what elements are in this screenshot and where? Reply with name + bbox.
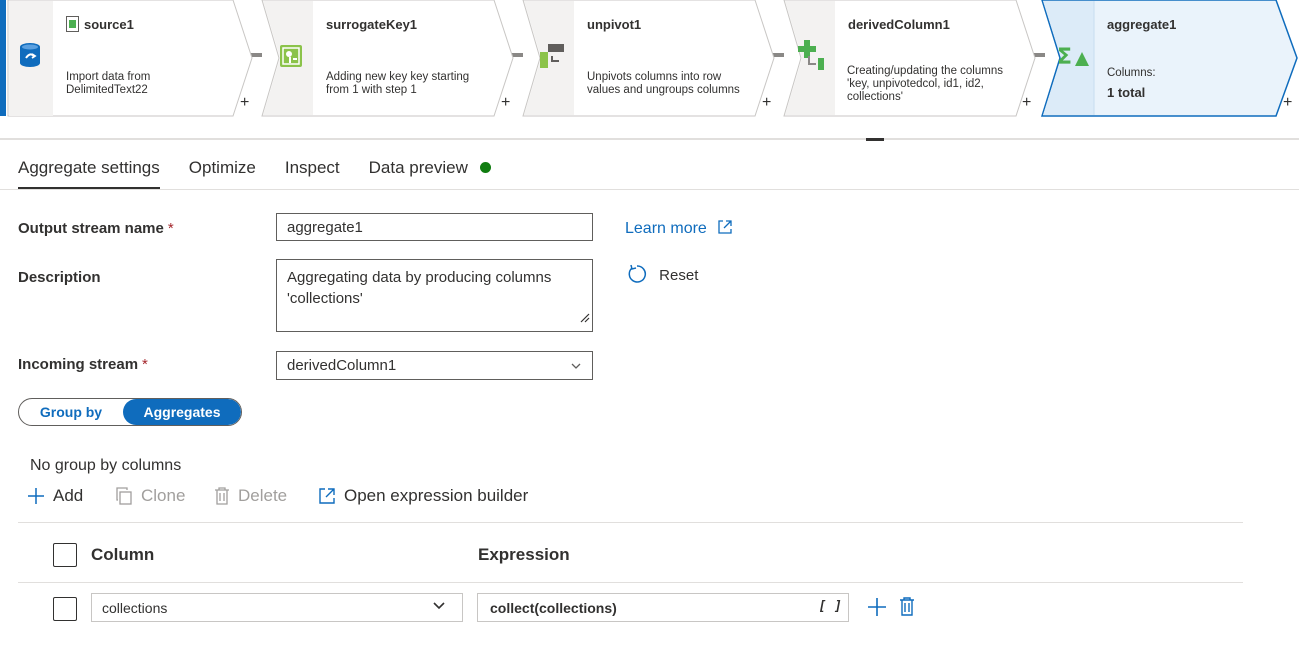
settings-tabs: Aggregate settings Optimize Inspect Data… bbox=[18, 157, 520, 189]
expression-value: collect(collections) bbox=[490, 600, 617, 616]
open-expression-builder-label: Open expression builder bbox=[344, 486, 529, 505]
add-label: Add bbox=[53, 486, 84, 505]
chevron-down-icon bbox=[432, 599, 446, 616]
derived-column-icon bbox=[798, 40, 826, 75]
add-after-source1-button[interactable]: + bbox=[240, 95, 249, 111]
node-description-derivedcolumn1: Creating/updating the columns 'key, unpi… bbox=[847, 65, 1003, 103]
tab-data-preview[interactable]: Data preview bbox=[369, 157, 491, 189]
svg-text:Σ: Σ bbox=[1057, 45, 1072, 68]
node-title-surrogatekey1[interactable]: surrogateKey1 bbox=[326, 17, 417, 32]
trash-icon bbox=[899, 597, 915, 620]
node-title-unpivot1[interactable]: unpivot1 bbox=[587, 17, 641, 32]
add-after-surrogatekey1-button[interactable]: + bbox=[501, 95, 510, 111]
tab-optimize[interactable]: Optimize bbox=[189, 157, 256, 189]
aggregates-toggle-option[interactable]: Aggregates bbox=[123, 399, 241, 425]
incoming-stream-value: derivedColumn1 bbox=[287, 357, 397, 374]
output-stream-name-label: Output stream name * bbox=[18, 220, 174, 237]
panel-resize-handle[interactable] bbox=[866, 138, 884, 141]
column-select-value: collections bbox=[102, 600, 168, 616]
column-header: Column bbox=[91, 545, 155, 564]
expression-input[interactable]: collect(collections) [ ] bbox=[477, 593, 849, 622]
panel-divider bbox=[0, 138, 1299, 140]
node-description-aggregate1: Columns: 1 total bbox=[1107, 67, 1267, 99]
incoming-stream-text: Incoming stream bbox=[18, 356, 139, 373]
table-header-divider bbox=[18, 582, 1243, 583]
delete-button[interactable]: Delete bbox=[214, 486, 287, 506]
aggregate-icon: Σ bbox=[1057, 44, 1089, 73]
chevron-down-icon bbox=[570, 359, 582, 376]
required-marker: * bbox=[142, 356, 148, 373]
node-description-source1: Import data from DelimitedText22 bbox=[66, 71, 151, 96]
row-checkbox[interactable] bbox=[53, 597, 77, 621]
incoming-stream-label: Incoming stream * bbox=[18, 356, 148, 373]
add-after-derivedcolumn1-button[interactable]: + bbox=[1022, 95, 1031, 111]
source-database-icon bbox=[19, 42, 41, 73]
group-by-toggle-option[interactable]: Group by bbox=[19, 399, 123, 425]
incoming-stream-select[interactable]: derivedColumn1 bbox=[276, 351, 593, 380]
array-type-icon: [ ] bbox=[818, 599, 842, 614]
trash-icon bbox=[214, 487, 230, 505]
add-row-button[interactable] bbox=[867, 597, 887, 622]
reset-button[interactable]: Reset bbox=[627, 264, 698, 288]
status-dot-icon bbox=[479, 162, 491, 173]
node-description-surrogatekey1: Adding new key key starting from 1 with … bbox=[326, 71, 470, 96]
add-button[interactable]: Add bbox=[27, 486, 83, 506]
add-icon bbox=[27, 487, 45, 505]
groupby-aggregates-toggle: Group by Aggregates bbox=[18, 398, 242, 426]
reset-icon bbox=[627, 264, 647, 288]
output-stream-name-input[interactable] bbox=[276, 213, 593, 241]
delete-label: Delete bbox=[238, 486, 288, 505]
open-expression-builder-button[interactable]: Open expression builder bbox=[318, 486, 528, 506]
node-title-aggregate1[interactable]: aggregate1 bbox=[1107, 17, 1176, 32]
tabs-divider bbox=[0, 189, 1299, 190]
no-group-by-message: No group by columns bbox=[30, 457, 182, 474]
external-link-icon bbox=[717, 219, 733, 240]
column-select[interactable]: collections bbox=[91, 593, 463, 622]
expression-header: Expression bbox=[478, 545, 570, 564]
clone-label: Clone bbox=[141, 486, 186, 505]
columns-count: 1 total bbox=[1107, 85, 1146, 100]
external-link-icon bbox=[318, 487, 336, 505]
required-marker: * bbox=[167, 220, 174, 237]
select-all-checkbox[interactable] bbox=[53, 543, 77, 567]
output-stream-name-text: Output stream name bbox=[18, 220, 164, 237]
clone-icon bbox=[115, 487, 133, 505]
unpivot-icon bbox=[540, 42, 566, 75]
file-icon bbox=[66, 16, 79, 37]
learn-more-text: Learn more bbox=[625, 220, 707, 237]
add-after-unpivot1-button[interactable]: + bbox=[762, 95, 771, 111]
clone-button[interactable]: Clone bbox=[115, 486, 185, 506]
learn-more-link[interactable]: Learn more bbox=[625, 219, 733, 240]
surrogate-key-icon bbox=[279, 44, 303, 73]
tab-inspect[interactable]: Inspect bbox=[285, 157, 340, 189]
add-icon bbox=[867, 598, 887, 621]
node-title-source1[interactable]: source1 bbox=[84, 17, 134, 32]
node-title-derivedcolumn1[interactable]: derivedColumn1 bbox=[848, 17, 950, 32]
reset-label: Reset bbox=[659, 267, 699, 284]
node-description-unpivot1: Unpivots columns into row values and ung… bbox=[587, 71, 740, 96]
description-value: Aggregating data by producing columns 'c… bbox=[287, 269, 552, 307]
resize-grip-icon[interactable] bbox=[578, 308, 590, 329]
delete-row-button[interactable] bbox=[899, 597, 915, 621]
table-top-divider bbox=[18, 522, 1243, 523]
tab-aggregate-settings[interactable]: Aggregate settings bbox=[18, 157, 160, 189]
columns-label: Columns: bbox=[1107, 67, 1156, 79]
pipeline-shapes bbox=[0, 0, 1298, 117]
description-label: Description bbox=[18, 269, 101, 286]
data-flow-pipeline: source1 Import data from DelimitedText22… bbox=[0, 0, 1299, 118]
add-after-aggregate1-button[interactable]: + bbox=[1283, 95, 1292, 111]
tab-data-preview-label: Data preview bbox=[368, 158, 468, 177]
description-textarea[interactable]: Aggregating data by producing columns 'c… bbox=[276, 259, 593, 332]
